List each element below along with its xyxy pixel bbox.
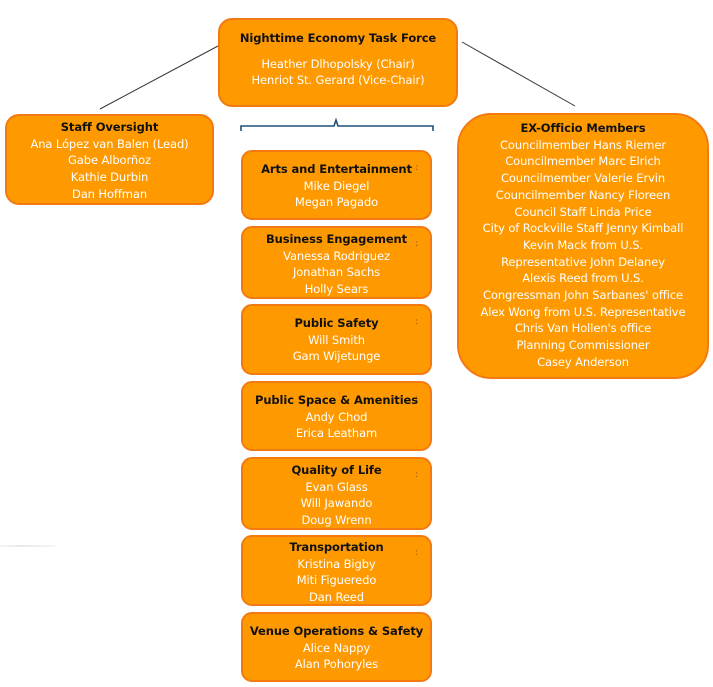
committee-arts-and-entertainment: : Arts and Entertainment Mike Diegel Meg… — [241, 150, 432, 220]
committee-member: Vanessa Rodriguez — [283, 248, 390, 263]
staff-member: Dan Hoffman — [71, 186, 148, 201]
ex-officio-member: Chris Van Hollen's office — [514, 321, 652, 336]
ex-officio-member: Councilmember Valerie Ervin — [500, 171, 666, 186]
ex-officio-member: Alexis Reed from U.S. — [522, 271, 644, 286]
staff-member: Kathie Durbin — [70, 170, 149, 185]
committee-member: Gam Wijetunge — [292, 349, 381, 364]
committee-member: Evan Glass — [305, 479, 368, 494]
staff-oversight-title: Staff Oversight — [60, 120, 159, 134]
ex-officio-box: EX-Officio Members Councilmember Hans Ri… — [457, 113, 709, 379]
committee-quality-of-life: : Quality of Life Evan Glass Will Jawand… — [241, 457, 432, 530]
ex-officio-member: Council Staff Linda Price — [514, 204, 652, 219]
committee-member: Alice Nappy — [302, 640, 371, 655]
committee-member: Erica Leatham — [295, 426, 378, 441]
committee-member: Holly Sears — [304, 282, 369, 297]
faint-line-artifact — [0, 545, 55, 547]
ex-officio-member: Congressman John Sarbanes' office — [482, 288, 684, 303]
committee-public-safety: : Public Safety Will Smith Gam Wijetunge — [241, 304, 432, 375]
connector-to-ex-officio — [461, 41, 576, 107]
committee-venue-operations-safety: : Venue Operations & Safety Alice Nappy … — [241, 612, 432, 682]
committee-member: Will Jawando — [300, 496, 373, 511]
committee-transportation: : Transportation Kristina Bigby Miti Fig… — [241, 535, 432, 606]
committee-member: Will Smith — [308, 332, 365, 347]
ex-officio-member: Councilmember Hans Riemer — [500, 137, 666, 152]
staff-member: Gabe Alborñoz — [68, 153, 151, 168]
connector-to-staff-oversight — [99, 45, 219, 110]
committee-title: Public Space & Amenities — [255, 393, 418, 407]
committee-title: Public Safety — [294, 316, 379, 330]
committee-member: Alan Pohoryles — [294, 657, 379, 672]
committee-member: Dan Reed — [309, 590, 364, 605]
ex-officio-title: EX-Officio Members — [520, 121, 646, 135]
staff-member: Ana López van Balen (Lead) — [30, 136, 189, 151]
committee-member: Megan Pagado — [294, 195, 379, 210]
staff-oversight-box: Staff Oversight Ana López van Balen (Lea… — [5, 114, 214, 205]
committee-business-engagement: : Business Engagement Vanessa Rodriguez … — [241, 226, 432, 299]
committee-title: Venue Operations & Safety — [249, 624, 424, 638]
committee-member: Andy Chod — [305, 409, 368, 424]
ex-officio-member: Casey Anderson — [537, 354, 629, 369]
committee-title: Quality of Life — [291, 463, 382, 477]
task-force-box: Nighttime Economy Task Force Heather Dlh… — [218, 18, 458, 107]
ex-officio-member: Alex Wong from U.S. Representative — [480, 304, 686, 319]
ex-officio-member: Representative John Delaney — [501, 254, 665, 269]
committee-title: Arts and Entertainment — [261, 162, 412, 176]
committee-title: Business Engagement — [265, 232, 408, 246]
committee-member: Mike Diegel — [303, 178, 370, 193]
task-force-vice-chair: Henriot St. Gerard (Vice-Chair) — [251, 73, 425, 88]
ex-officio-member: Councilmember Nancy Floreen — [495, 187, 671, 202]
ex-officio-member: Kevin Mack from U.S. — [522, 237, 644, 252]
committees-bracket — [240, 117, 434, 131]
ex-officio-member: City of Rockville Staff Jenny Kimball — [482, 221, 684, 236]
committee-member: Miti Figueredo — [296, 573, 377, 588]
ex-officio-member: Councilmember Marc Elrich — [505, 154, 661, 169]
committee-title: Transportation — [289, 540, 384, 554]
committee-public-space-amenities: : Public Space & Amenities Andy Chod Eri… — [241, 381, 432, 451]
committee-member: Doug Wrenn — [301, 513, 372, 528]
task-force-chair: Heather Dlhopolsky (Chair) — [261, 56, 415, 71]
committee-member: Jonathan Sachs — [292, 265, 381, 280]
ex-officio-member: Planning Commissioner — [516, 338, 650, 353]
task-force-title: Nighttime Economy Task Force — [239, 31, 437, 45]
committee-member: Kristina Bigby — [297, 556, 376, 571]
